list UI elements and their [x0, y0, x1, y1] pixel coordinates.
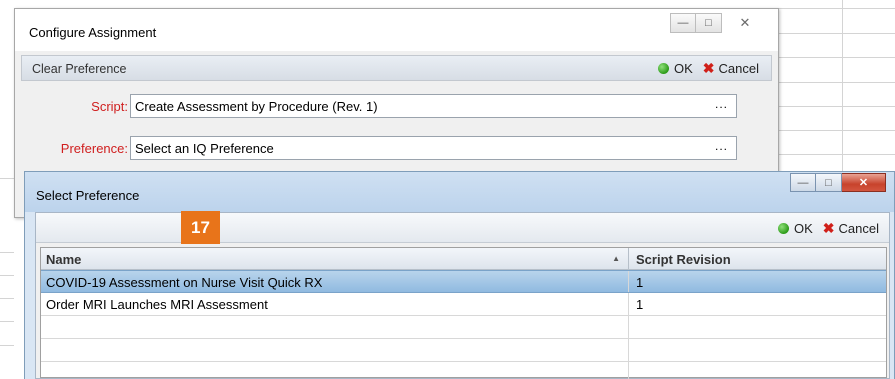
cancel-icon: ✖ — [702, 60, 715, 76]
ok-icon — [658, 63, 669, 74]
maximize-button[interactable]: □ — [816, 173, 842, 192]
script-browse-button[interactable]: ... — [715, 97, 728, 111]
minimize-button[interactable]: — — [670, 13, 696, 33]
ok-button[interactable]: OK — [674, 61, 693, 76]
configure-actions: OK ✖ Cancel — [658, 60, 759, 77]
preference-value: Select an IQ Preference — [135, 140, 274, 156]
preference-table: Name ▲ Script Revision COVID-19 Assessme… — [40, 247, 887, 379]
ok-icon — [778, 223, 789, 234]
script-row: Script: Create Assessment by Procedure (… — [15, 94, 737, 118]
table-row-empty — [41, 316, 886, 339]
preference-field[interactable]: Select an IQ Preference ... — [130, 136, 737, 160]
sort-ascending-icon: ▲ — [612, 254, 620, 263]
script-label: Script: — [91, 98, 128, 114]
select-toolbar: OK ✖ Cancel — [36, 213, 889, 243]
cancel-button[interactable]: Cancel — [839, 221, 879, 236]
maximize-button[interactable]: □ — [696, 13, 722, 33]
table-header: Name ▲ Script Revision — [41, 248, 886, 270]
clear-preference-button[interactable]: Clear Preference — [32, 62, 127, 76]
window-controls: — □ ✕ — [670, 13, 768, 33]
cell-revision: 1 — [636, 297, 644, 312]
preference-row: Preference: Select an IQ Preference ... — [15, 136, 737, 160]
close-button[interactable]: ✕ — [722, 13, 768, 33]
configure-toolbar: Clear Preference OK ✖ Cancel — [21, 55, 772, 81]
close-button[interactable]: ✕ — [842, 173, 886, 192]
select-preference-window: Select Preference — □ ✕ OK ✖ Cancel Name… — [24, 171, 895, 379]
cancel-button[interactable]: Cancel — [719, 61, 759, 76]
table-row[interactable]: COVID-19 Assessment on Nurse Visit Quick… — [41, 270, 886, 293]
table-row[interactable]: Order MRI Launches MRI Assessment 1 — [41, 293, 886, 316]
background-sheet-left — [0, 0, 14, 379]
cell-name: Order MRI Launches MRI Assessment — [41, 293, 629, 315]
callout-badge: 17 — [181, 211, 220, 244]
script-field[interactable]: Create Assessment by Procedure (Rev. 1) … — [130, 94, 737, 118]
cell-name: COVID-19 Assessment on Nurse Visit Quick… — [41, 271, 629, 292]
column-header-script-revision[interactable]: Script Revision — [629, 248, 886, 269]
column-header-name[interactable]: Name ▲ — [41, 248, 629, 269]
script-value: Create Assessment by Procedure (Rev. 1) — [135, 98, 378, 114]
select-preference-content: OK ✖ Cancel Name ▲ Script Revision COVID… — [35, 212, 890, 379]
preference-label: Preference: — [60, 140, 128, 156]
window-title: Select Preference — [36, 188, 140, 203]
configure-titlebar: Configure Assignment — □ ✕ — [15, 9, 778, 51]
ok-button[interactable]: OK — [794, 221, 813, 236]
window-controls: — □ ✕ — [790, 173, 886, 192]
table-row-empty — [41, 362, 886, 379]
select-actions: OK ✖ Cancel — [778, 220, 879, 237]
preference-browse-button[interactable]: ... — [715, 139, 728, 153]
cell-revision: 1 — [636, 275, 644, 290]
cancel-icon: ✖ — [822, 220, 835, 236]
minimize-button[interactable]: — — [790, 173, 816, 192]
window-title: Configure Assignment — [29, 25, 157, 40]
table-row-empty — [41, 339, 886, 362]
